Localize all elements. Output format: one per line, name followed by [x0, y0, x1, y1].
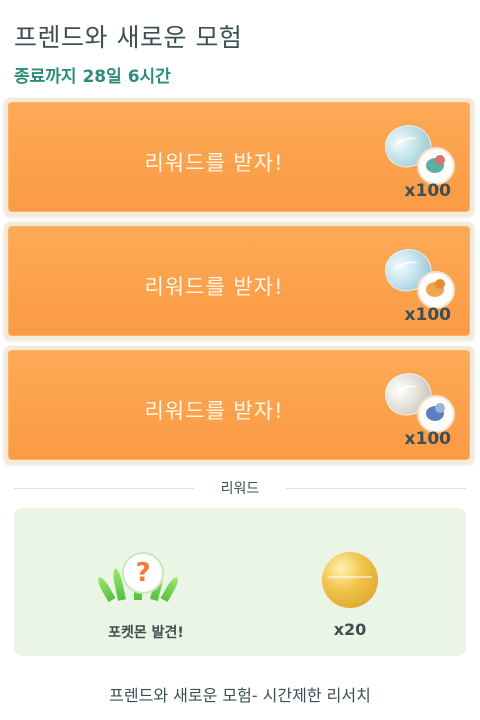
encounter-label: 포켓몬 발견! [108, 625, 184, 641]
page-title: 프렌드와 새로운 모험 [14, 23, 243, 52]
reward-label: 리워드를 받자! [144, 275, 284, 299]
countdown-text: 종료까지 28일 6시간 [14, 67, 171, 87]
rewards-section-title: 리워드 [220, 481, 260, 497]
reward-label: 리워드를 받자! [144, 399, 284, 423]
venusaur-icon [417, 147, 455, 185]
reward-quantity: x100 [404, 181, 451, 201]
reward-card: 리워드를 받자! x100 [4, 346, 474, 464]
claim-reward-button[interactable]: 리워드를 받자! x100 [8, 102, 470, 212]
rewards-panel: ? 포켓몬 발견! x20 [14, 508, 466, 656]
reward-card: 리워드를 받자! x100 [4, 98, 474, 216]
rewards-divider: 리워드 [14, 478, 466, 498]
blastoise-icon [417, 395, 455, 433]
stardust-quantity: x20 [333, 620, 367, 639]
stardust-icon [322, 552, 378, 608]
reward-quantity: x100 [404, 429, 451, 449]
dragonite-icon [417, 271, 455, 309]
reward-quantity: x100 [404, 305, 451, 325]
pokemon-encounter-icon: ? [95, 540, 181, 614]
research-title: 프렌드와 새로운 모험- 시간제한 리서치 [109, 686, 371, 705]
claim-reward-button[interactable]: 리워드를 받자! x100 [8, 350, 470, 460]
question-mark-icon: ? [122, 552, 164, 594]
reward-card: 리워드를 받자! x100 [4, 222, 474, 340]
claim-reward-button[interactable]: 리워드를 받자! x100 [8, 226, 470, 336]
reward-label: 리워드를 받자! [144, 151, 284, 175]
